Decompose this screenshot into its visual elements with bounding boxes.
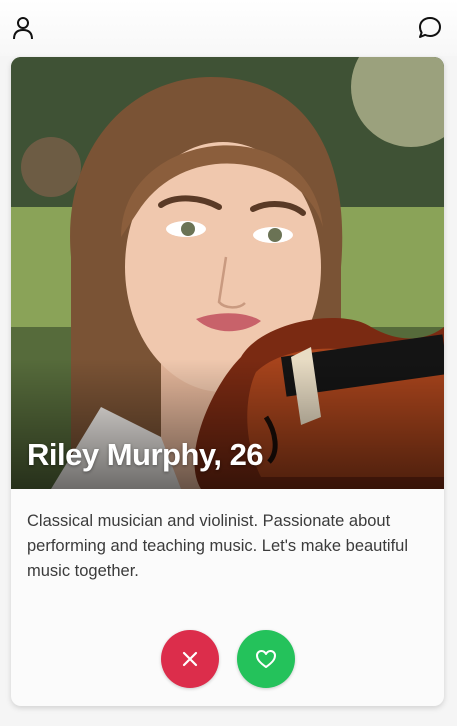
person-icon [13,17,33,40]
pass-button[interactable] [160,630,219,688]
chat-bubble-icon [419,17,441,38]
close-icon [182,651,197,667]
profile-name-age: Riley Murphy, 26 [27,437,264,472]
action-bar [11,630,444,690]
profile-card[interactable]: Riley Murphy, 26 Classical musician and … [11,57,444,706]
chat-button[interactable] [417,14,443,42]
profile-photo: Riley Murphy, 26 [11,57,444,489]
profile-button[interactable] [10,14,36,42]
top-bar [0,0,457,56]
heart-icon [255,650,276,668]
profile-bio: Classical musician and violinist. Passio… [27,512,409,580]
like-button[interactable] [236,630,295,688]
